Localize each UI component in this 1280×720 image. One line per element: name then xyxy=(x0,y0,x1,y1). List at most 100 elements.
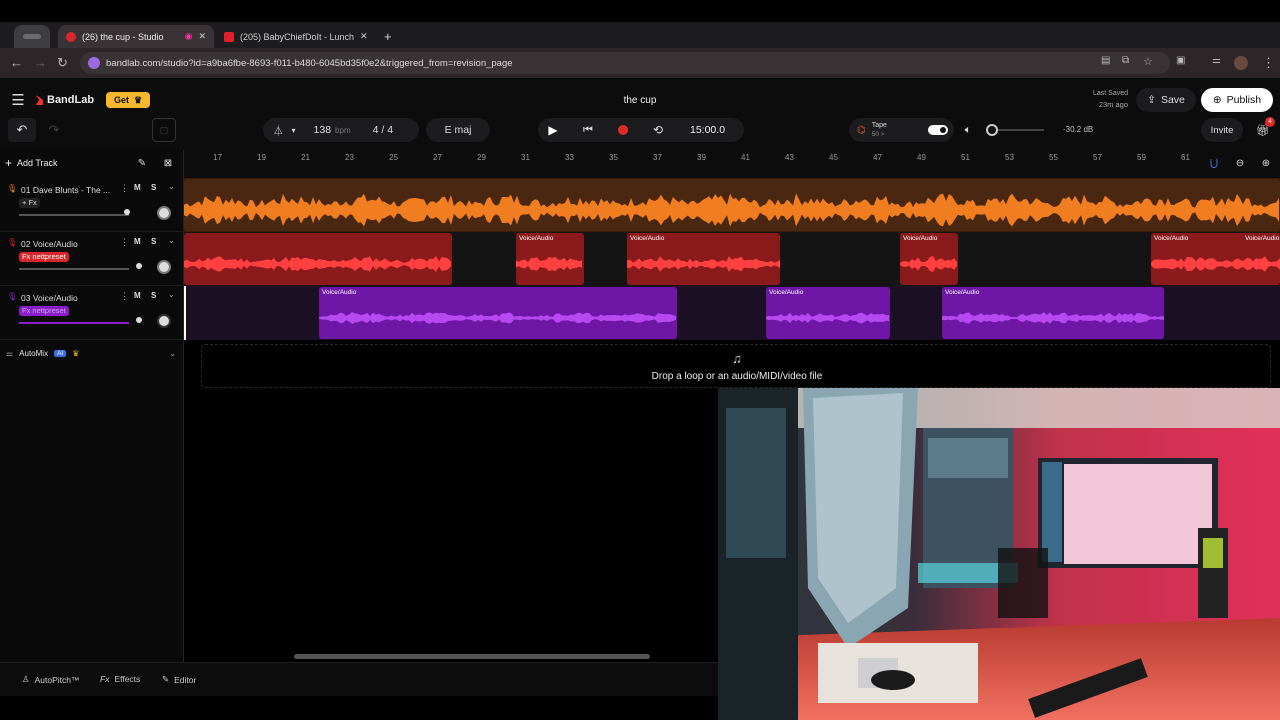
key-selector[interactable]: E maj xyxy=(426,118,490,142)
waveform-orange xyxy=(184,193,1279,227)
track-volume-slider[interactable] xyxy=(19,214,129,216)
lane-03[interactable]: Voice/Audio Voice/Audio Voice/Audio xyxy=(184,286,1280,340)
track-volume-knob[interactable] xyxy=(124,209,130,215)
split-view-icon[interactable]: ▣ xyxy=(1176,55,1185,66)
audio-clip[interactable]: Voice/Audio xyxy=(942,287,1164,339)
new-tab-button[interactable]: + xyxy=(376,25,396,48)
tab-studio[interactable]: (26) the cup - Studio ◉ ✕ xyxy=(58,25,214,48)
skip-back-icon[interactable]: ⏮ xyxy=(573,124,603,137)
solo-button[interactable]: S xyxy=(151,237,156,246)
autopitch-button[interactable]: ♙ AutoPitch™ xyxy=(22,674,80,685)
pan-knob[interactable] xyxy=(157,260,171,274)
magnet-snap-icon[interactable]: ⋃ xyxy=(1207,156,1221,170)
track-name[interactable]: 02 Voice/Audio xyxy=(21,239,78,249)
tempo-control[interactable]: ⏃ ▾ 138 bpm 4 / 4 xyxy=(263,118,419,142)
track-name[interactable]: 03 Voice/Audio xyxy=(21,293,78,303)
forward-icon[interactable]: → xyxy=(34,55,47,70)
cast-icon[interactable]: ⧉ xyxy=(1122,55,1129,66)
save-button[interactable]: ⇪ Save xyxy=(1136,88,1196,112)
tape-toggle[interactable] xyxy=(928,125,948,135)
track-volume-slider[interactable] xyxy=(19,268,129,270)
audio-clip[interactable]: Voice/Audio xyxy=(627,233,780,285)
chevron-down-icon[interactable]: ⌄ xyxy=(168,182,175,191)
play-icon[interactable]: ▶ xyxy=(538,123,568,137)
ruler-tick: 31 xyxy=(521,153,530,162)
chevron-down-icon[interactable]: ⌄ xyxy=(168,236,175,245)
chevron-down-icon[interactable]: ⌄ xyxy=(168,290,175,299)
audio-clip[interactable] xyxy=(184,233,452,285)
bookmark-star-icon[interactable]: ☆ xyxy=(1143,55,1153,68)
solo-button[interactable]: S xyxy=(151,291,156,300)
solo-button[interactable]: S xyxy=(151,183,156,192)
automix-row[interactable]: ⚌ AutoMix AI ♛ ⌄ xyxy=(0,346,184,360)
close-tab-icon[interactable]: ✕ xyxy=(198,31,206,42)
pan-knob[interactable] xyxy=(157,206,171,220)
effects-button[interactable]: Fx Effects xyxy=(100,674,140,684)
drop-zone[interactable]: ♫ Drop a loop or an audio/MIDI/video fil… xyxy=(201,344,1271,388)
waveform-red xyxy=(1151,256,1280,272)
tape-effect-control[interactable]: ⌬ Tape 50 > xyxy=(849,118,954,142)
track-volume-slider[interactable] xyxy=(19,322,129,324)
playhead[interactable] xyxy=(184,286,186,340)
track-volume-knob[interactable] xyxy=(136,263,142,269)
timeline-ruler[interactable]: 17 19 21 23 25 27 29 31 33 35 37 39 41 43 45 47 49 51 53 55… xyxy=(184,150,1280,178)
audio-clip[interactable]: Voice/Audio Voice/Audio xyxy=(1151,233,1280,285)
fit-tracks-icon[interactable]: ⊠ xyxy=(160,155,176,171)
back-icon[interactable]: ← xyxy=(10,55,23,70)
automation-icon[interactable]: ✎ xyxy=(134,155,150,171)
add-track-button[interactable]: + Add Track xyxy=(5,156,58,170)
bpm-value[interactable]: 138 xyxy=(314,124,332,136)
add-fx-badge[interactable]: + Fx xyxy=(19,198,40,208)
zoom-in-icon[interactable]: ⊕ xyxy=(1259,156,1273,170)
audio-clip[interactable]: Voice/Audio xyxy=(516,233,584,285)
record-icon[interactable] xyxy=(608,125,638,135)
undo-button[interactable]: ↶ xyxy=(8,118,36,142)
mute-button[interactable]: M xyxy=(134,237,141,246)
redo-button[interactable]: ↷ xyxy=(40,118,68,142)
audio-clip[interactable]: Voice/Audio xyxy=(319,287,677,339)
lane-02[interactable]: Voice/Audio Voice/Audio Voice/Audio Voic… xyxy=(184,232,1280,286)
publish-button[interactable]: ⊕ Publish xyxy=(1201,88,1273,112)
fx-preset-badge[interactable]: Fx nettpreset xyxy=(19,252,69,262)
speaker-icon[interactable]: 🔈︎ xyxy=(960,122,976,138)
publish-label: Publish xyxy=(1226,94,1262,106)
track-header-01[interactable]: 🎙︎ 01 Dave Blunts - The ... ⋮ M S ⌄ + Fx xyxy=(0,178,184,232)
zoom-out-icon[interactable]: ⊖ xyxy=(1233,156,1247,170)
horizontal-scrollbar[interactable] xyxy=(294,654,650,659)
metronome-icon[interactable]: ⏃ xyxy=(273,123,284,138)
audio-clip[interactable]: Voice/Audio xyxy=(900,233,958,285)
site-info-icon[interactable] xyxy=(88,57,100,69)
audio-clip[interactable] xyxy=(184,179,1280,231)
pan-knob[interactable] xyxy=(157,314,171,328)
reload-icon[interactable]: ↻ xyxy=(57,55,68,71)
loop-icon[interactable]: ⟲ xyxy=(643,123,673,137)
master-volume-knob[interactable] xyxy=(986,124,998,136)
audio-clip[interactable]: Voice/Audio xyxy=(766,287,890,339)
track-header-02[interactable]: 🎙︎ 02 Voice/Audio ⋮ M S ⌄ Fx nettpreset xyxy=(0,232,184,286)
mute-button[interactable]: M xyxy=(134,183,141,192)
chevron-down-icon[interactable]: ▾ xyxy=(292,126,296,135)
track-menu-icon[interactable]: ⋮ xyxy=(120,291,129,302)
tab-youtube[interactable]: (205) BabyChiefDoIt - Lunch ✕ xyxy=(216,25,372,48)
tab-group-pill[interactable] xyxy=(14,25,50,48)
track-menu-icon[interactable]: ⋮ xyxy=(120,237,129,248)
browser-menu-icon[interactable]: ⋮ xyxy=(1262,55,1275,71)
mute-button[interactable]: M xyxy=(134,291,141,300)
track-header-03[interactable]: 🎙︎ 03 Voice/Audio ⋮ M S ⌄ Fx nettpreset xyxy=(0,286,184,340)
profile-avatar[interactable] xyxy=(1234,56,1248,70)
track-menu-icon[interactable]: ⋮ xyxy=(120,183,129,194)
editor-button[interactable]: ✎ Editor xyxy=(162,674,196,685)
extensions-icon[interactable]: ⚌ xyxy=(1212,55,1221,66)
invite-button[interactable]: Invite xyxy=(1201,118,1243,142)
track-volume-knob[interactable] xyxy=(136,317,142,323)
snap-toggle[interactable]: ▢ xyxy=(152,118,176,142)
lane-01[interactable] xyxy=(184,178,1280,232)
url-field[interactable]: bandlab.com/studio?id=a9ba6fbe-8693-f011… xyxy=(80,52,1170,74)
close-tab-icon[interactable]: ✕ xyxy=(360,31,368,42)
chevron-down-icon[interactable]: ⌄ xyxy=(169,349,176,358)
reader-icon[interactable]: ▤ xyxy=(1101,55,1110,66)
fx-preset-badge[interactable]: Fx nettpreset xyxy=(19,306,69,316)
browser-tab-bar: (26) the cup - Studio ◉ ✕ (205) BabyChie… xyxy=(0,22,1280,48)
track-name[interactable]: 01 Dave Blunts - The ... xyxy=(21,185,110,195)
time-signature[interactable]: 4 / 4 xyxy=(373,124,393,136)
